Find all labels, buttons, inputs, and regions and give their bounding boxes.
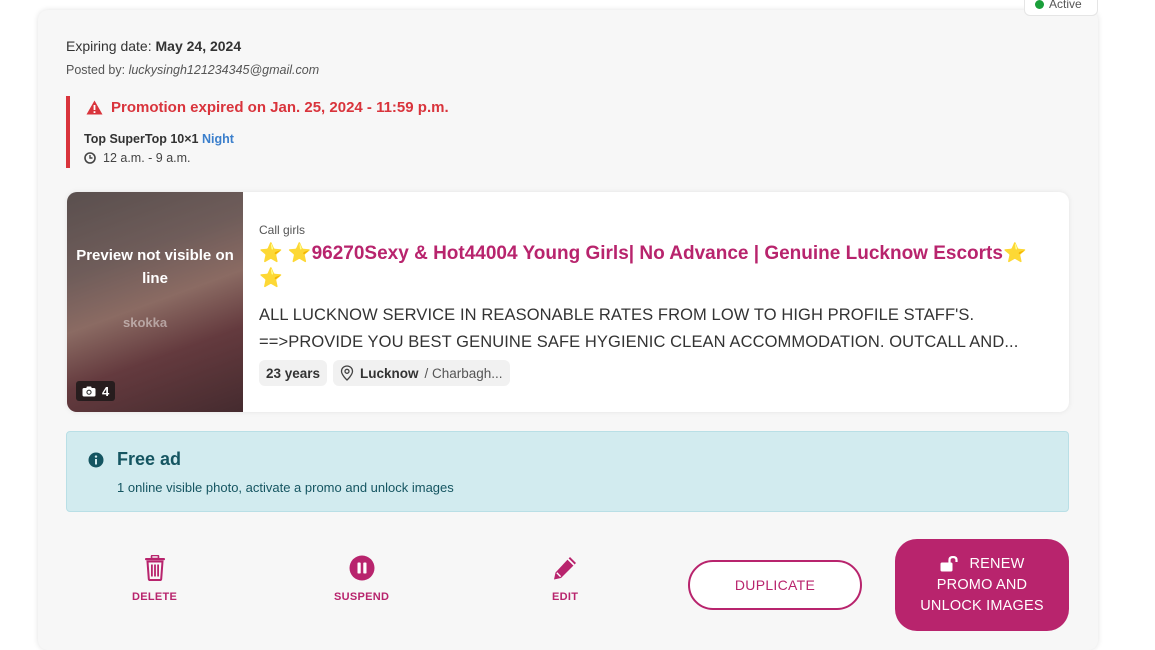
- promotion-plan-period: Night: [201, 132, 234, 146]
- preview-not-visible-text: Preview not visible on line: [76, 247, 234, 287]
- expiring-date: Expiring date: May 24, 2024: [66, 38, 241, 54]
- delete-button[interactable]: DELETE: [132, 555, 177, 603]
- posted-label: Posted by:: [66, 63, 126, 77]
- photo-count-value: 4: [102, 383, 110, 399]
- renew-label-3: UNLOCK IMAGES: [920, 597, 1044, 614]
- posted-by: Posted by: luckysingh121234345@gmail.com: [66, 63, 319, 77]
- status-dot-icon: [1035, 0, 1044, 9]
- promotion-alert: Promotion expired on Jan. 25, 2024 - 11:…: [66, 96, 486, 168]
- location-pin-icon: [340, 365, 354, 381]
- listing-thumbnail[interactable]: Preview not visible on line skokka 4: [67, 192, 243, 412]
- unlock-icon: [940, 556, 958, 572]
- suspend-label: SUSPEND: [334, 591, 390, 603]
- expiring-label: Expiring date:: [66, 38, 152, 54]
- location-area: / Charbagh...: [424, 365, 503, 381]
- info-icon: [88, 452, 104, 467]
- renew-line-1: RENEW: [940, 554, 1025, 575]
- listing-card[interactable]: Preview not visible on line skokka 4 Cal…: [67, 192, 1069, 412]
- trash-icon: [144, 555, 165, 581]
- listing-title[interactable]: ⭐ ⭐96270Sexy & Hot44004 Young Girls| No …: [259, 241, 1039, 291]
- listing-category: Call girls: [259, 223, 306, 237]
- free-ad-title: Free ad: [88, 449, 181, 470]
- status-badge: Active: [1024, 0, 1098, 16]
- thumbnail-overlay: [67, 192, 243, 412]
- location-tag: Lucknow / Charbagh...: [333, 360, 510, 386]
- pencil-icon: [554, 557, 577, 580]
- edit-button[interactable]: EDIT: [552, 555, 578, 603]
- promotion-expired-title: Promotion expired on Jan. 25, 2024 - 11:…: [86, 99, 449, 116]
- suspend-button[interactable]: SUSPEND: [334, 555, 389, 603]
- promotion-time: 12 a.m. - 9 a.m.: [84, 151, 191, 165]
- photo-count-badge: 4: [76, 381, 116, 401]
- warning-icon: [86, 100, 103, 115]
- listing-description-line: ==>PROVIDE YOU BEST GENUINE SAFE HYGIENI…: [259, 333, 1019, 351]
- renew-promo-button[interactable]: RENEW PROMO AND UNLOCK IMAGES: [895, 539, 1069, 631]
- clock-icon: [84, 152, 96, 164]
- renew-label-1: RENEW: [969, 555, 1025, 572]
- listing-description-line: ALL LUCKNOW SERVICE IN REASONABLE RATES …: [259, 306, 975, 324]
- delete-label: DELETE: [132, 591, 178, 603]
- watermark-logo: skokka: [123, 315, 168, 330]
- camera-icon: [82, 386, 96, 396]
- status-label: Active: [1049, 0, 1082, 11]
- location-city: Lucknow: [360, 365, 419, 381]
- pause-icon: [349, 555, 375, 581]
- promotion-plan: Top SuperTop 10×1 Night: [84, 132, 234, 146]
- renew-label-2: PROMO AND: [936, 576, 1028, 593]
- expiring-value: May 24, 2024: [155, 38, 242, 54]
- free-ad-info: Free ad 1 online visible photo, activate…: [66, 431, 1069, 512]
- promotion-plan-name: Top SuperTop 10×1: [84, 132, 199, 146]
- free-ad-subtitle: 1 online visible photo, activate a promo…: [117, 480, 454, 495]
- age-tag: 23 years: [259, 360, 328, 386]
- promotion-expired-text: Promotion expired on Jan. 25, 2024 - 11:…: [111, 99, 449, 116]
- promotion-time-range: 12 a.m. - 9 a.m.: [103, 151, 191, 165]
- free-ad-title-text: Free ad: [117, 449, 182, 469]
- listing-description: ALL LUCKNOW SERVICE IN REASONABLE RATES …: [259, 302, 1059, 356]
- posted-email: luckysingh121234345@gmail.com: [128, 63, 320, 77]
- edit-label: EDIT: [552, 591, 579, 603]
- duplicate-button[interactable]: DUPLICATE: [688, 560, 862, 610]
